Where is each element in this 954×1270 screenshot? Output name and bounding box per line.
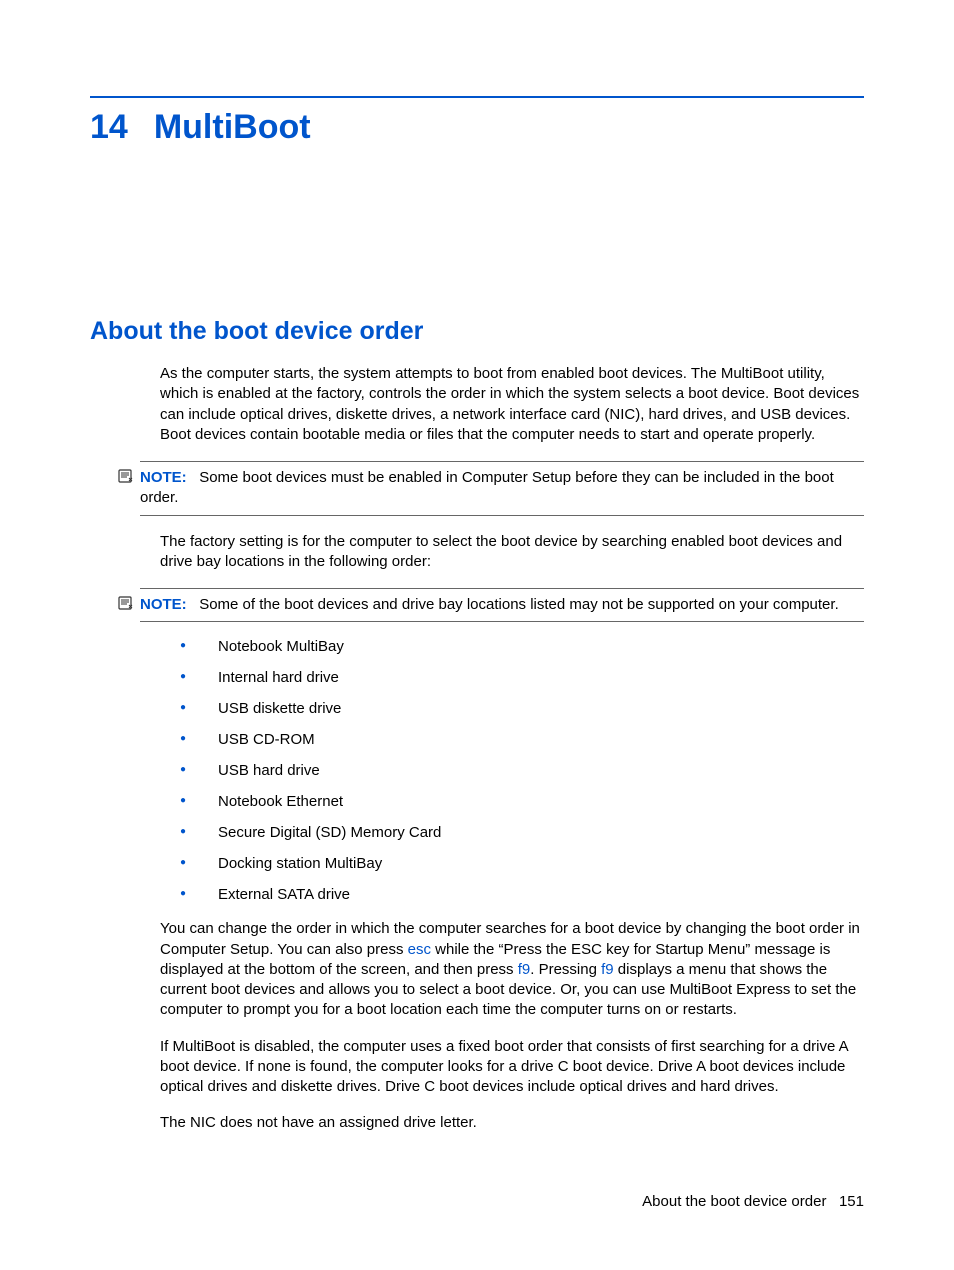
page-footer: About the boot device order 151: [642, 1193, 864, 1210]
chapter-title: MultiBoot: [154, 108, 311, 146]
note-block-1: NOTE: Some boot devices must be enabled …: [140, 461, 864, 516]
list-item: Notebook Ethernet: [180, 793, 864, 810]
chapter-number: 14: [90, 108, 128, 147]
note-icon: [118, 468, 134, 484]
factory-paragraph: The factory setting is for the computer …: [160, 532, 864, 573]
disabled-paragraph: If MultiBoot is disabled, the computer u…: [160, 1037, 864, 1098]
footer-page: 151: [839, 1193, 864, 1210]
f9-key-2: f9: [601, 961, 614, 978]
list-item: Secure Digital (SD) Memory Card: [180, 824, 864, 841]
list-item: Docking station MultiBay: [180, 855, 864, 872]
nic-paragraph: The NIC does not have an assigned drive …: [160, 1113, 864, 1133]
intro-paragraph: As the computer starts, the system attem…: [160, 364, 864, 445]
f9-key: f9: [518, 961, 531, 978]
change-order-paragraph: You can change the order in which the co…: [160, 919, 864, 1020]
note-text-1: Some boot devices must be enabled in Com…: [140, 469, 834, 506]
esc-key: esc: [408, 941, 431, 958]
list-item: Internal hard drive: [180, 669, 864, 686]
change-part3: . Pressing: [530, 961, 601, 978]
note-label-1: NOTE:: [140, 469, 187, 486]
list-item: USB hard drive: [180, 762, 864, 779]
list-item: External SATA drive: [180, 886, 864, 903]
note-text-2: Some of the boot devices and drive bay l…: [199, 596, 839, 613]
list-item: Notebook MultiBay: [180, 638, 864, 655]
footer-text: About the boot device order: [642, 1193, 826, 1210]
note-label-2: NOTE:: [140, 596, 187, 613]
chapter-heading: 14 MultiBoot: [90, 108, 864, 147]
list-item: USB CD-ROM: [180, 731, 864, 748]
chapter-rule: [90, 96, 864, 98]
note-icon: [118, 595, 134, 611]
boot-device-list: Notebook MultiBay Internal hard drive US…: [180, 638, 864, 903]
section-heading: About the boot device order: [90, 317, 864, 346]
list-item: USB diskette drive: [180, 700, 864, 717]
note-block-2: NOTE: Some of the boot devices and drive…: [140, 588, 864, 622]
